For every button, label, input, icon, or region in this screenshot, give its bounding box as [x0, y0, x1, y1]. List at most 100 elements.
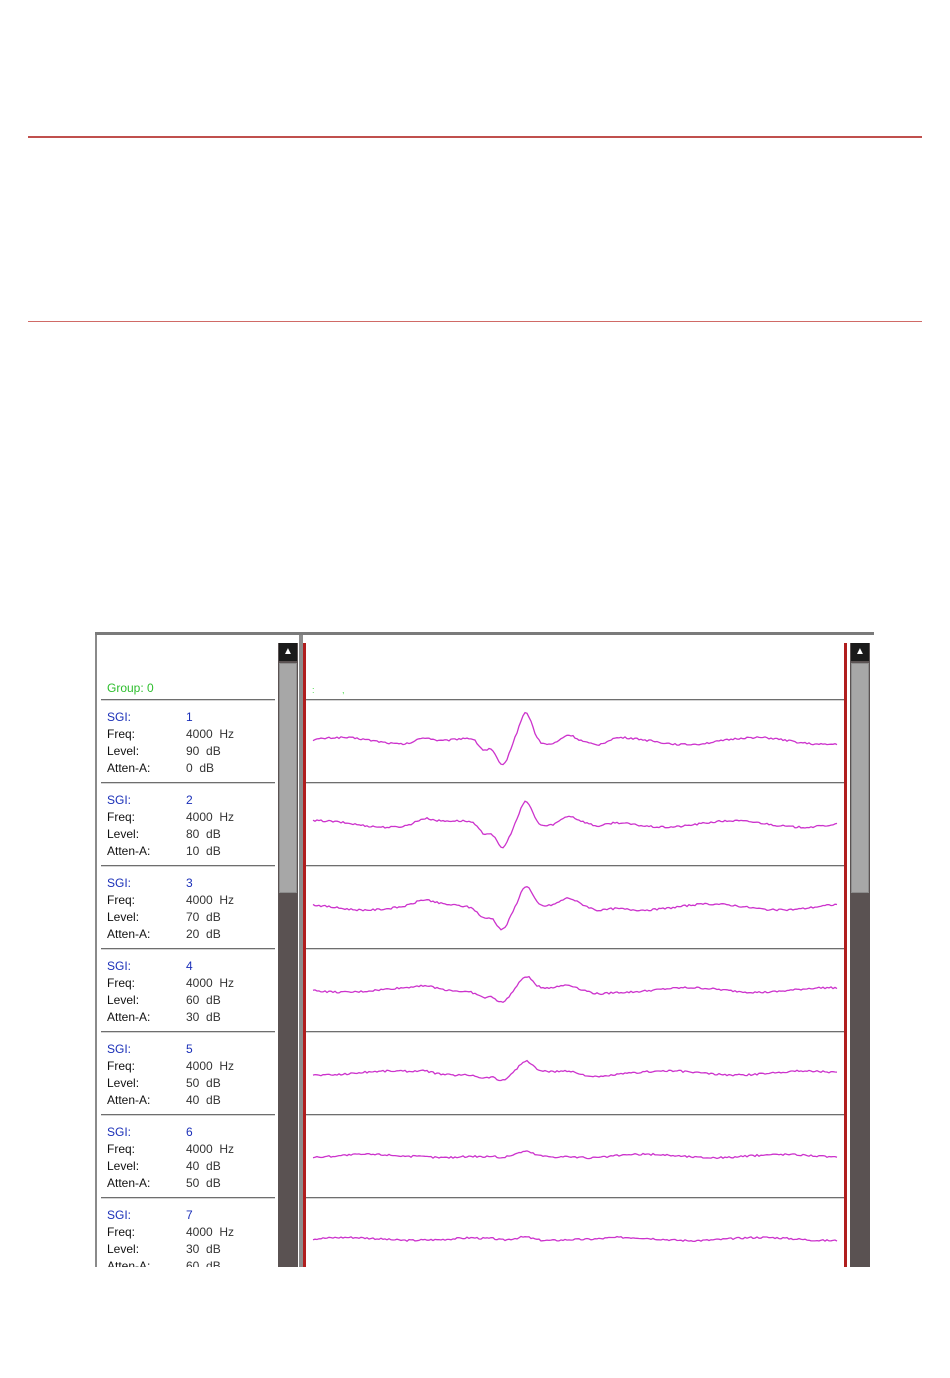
stimulus-row[interactable]: SGI: 2 Freq: 4000 Hz Level: 80 dB Atten-A: 10 d…: [101, 783, 275, 866]
stimulus-row[interactable]: SGI: 3 Freq: 4000 Hz Level: 70 dB Atten-A: 20 d…: [101, 866, 275, 949]
waveform-header: : ,: [306, 643, 844, 700]
waveform-panel: : , ▲: [303, 635, 874, 1267]
param-line: Freq: 4000 Hz: [107, 1141, 234, 1158]
param-value: 4000 Hz: [186, 1225, 235, 1239]
param-value: 1: [186, 710, 193, 724]
waveform-plot: [312, 886, 838, 931]
stimulus-info-list: Group: 0 SGI: 1 Freq: 4000 Hz Level: 90 dB Att…: [101, 635, 275, 1267]
waveform-row[interactable]: [306, 1198, 844, 1267]
stimulus-params: SGI: 3 Freq: 4000 Hz Level: 70 dB Atten-A: 20 d…: [107, 875, 234, 943]
param-line: Freq: 4000 Hz: [107, 726, 234, 743]
param-line: Freq: 4000 Hz: [107, 809, 234, 826]
right-scrollbar[interactable]: ▲: [850, 643, 870, 1267]
group-label: Group: 0: [107, 681, 154, 695]
param-line: Level: 90 dB: [107, 743, 234, 760]
param-label: SGI:: [107, 876, 132, 890]
param-label: Freq:: [107, 893, 136, 907]
param-line: Level: 40 dB: [107, 1158, 234, 1175]
stimulus-row[interactable]: SGI: 1 Freq: 4000 Hz Level: 90 dB Atten-A: 0 dB: [101, 700, 275, 783]
waveform-trace: [312, 1235, 838, 1243]
stimulus-params: SGI: 6 Freq: 4000 Hz Level: 40 dB Atten-A: 50 d…: [107, 1124, 234, 1192]
param-label: Level:: [107, 993, 140, 1007]
waveform-row[interactable]: [306, 1032, 844, 1115]
top-divider-rule: [28, 136, 922, 138]
scrollbar-thumb[interactable]: [851, 663, 869, 893]
param-line: SGI: 1: [107, 709, 234, 726]
waveform-trace: [312, 975, 838, 1004]
scroll-up-arrow-icon[interactable]: ▲: [851, 643, 869, 661]
stimulus-row[interactable]: SGI: 7 Freq: 4000 Hz Level: 30 dB Atten-A: 60 d…: [101, 1198, 275, 1267]
param-line: SGI: 4: [107, 958, 234, 975]
param-value: 6: [186, 1125, 193, 1139]
param-label: SGI:: [107, 710, 132, 724]
param-line: SGI: 5: [107, 1041, 234, 1058]
param-line: Atten-A: 40 dB: [107, 1092, 234, 1109]
param-value: 40 dB: [186, 1159, 221, 1173]
stimulus-row[interactable]: SGI: 5 Freq: 4000 Hz Level: 50 dB Atten-A: 40 d…: [101, 1032, 275, 1115]
param-label: Freq:: [107, 1059, 136, 1073]
waveform-trace: [312, 711, 838, 766]
param-value: 4000 Hz: [186, 727, 235, 741]
param-line: Atten-A: 50 dB: [107, 1175, 234, 1192]
param-value: 5: [186, 1042, 193, 1056]
param-label: Level:: [107, 1242, 140, 1256]
param-line: Level: 80 dB: [107, 826, 234, 843]
param-line: SGI: 7: [107, 1207, 234, 1224]
param-label: Atten-A:: [107, 844, 151, 858]
waveform-plot: [312, 800, 838, 849]
waveform-row[interactable]: [306, 700, 844, 783]
second-divider-rule: [28, 321, 922, 322]
param-label: Level:: [107, 910, 140, 924]
param-line: Atten-A: 60 dB: [107, 1258, 234, 1267]
param-label: Freq:: [107, 976, 136, 990]
waveform-plot: [312, 1150, 838, 1160]
param-label: Atten-A:: [107, 1010, 151, 1024]
stimulus-params: SGI: 2 Freq: 4000 Hz Level: 80 dB Atten-A: 10 d…: [107, 792, 234, 860]
param-label: SGI:: [107, 793, 132, 807]
param-value: 60 dB: [186, 1259, 221, 1267]
param-line: Freq: 4000 Hz: [107, 1058, 234, 1075]
param-line: Atten-A: 10 dB: [107, 843, 234, 860]
param-line: SGI: 2: [107, 792, 234, 809]
stimulus-row[interactable]: SGI: 6 Freq: 4000 Hz Level: 40 dB Atten-A: 50 d…: [101, 1115, 275, 1198]
scroll-up-arrow-icon[interactable]: ▲: [279, 643, 297, 661]
param-value: 60 dB: [186, 993, 221, 1007]
waveform-viewer: Group: 0 SGI: 1 Freq: 4000 Hz Level: 90 dB Att…: [95, 632, 874, 1267]
param-value: 40 dB: [186, 1093, 221, 1107]
param-label: Atten-A:: [107, 1259, 151, 1267]
param-value: 30 dB: [186, 1242, 221, 1256]
param-label: Atten-A:: [107, 1176, 151, 1190]
param-value: 70 dB: [186, 910, 221, 924]
waveform-trace: [312, 1150, 838, 1160]
waveform-plot: [312, 1059, 838, 1082]
param-line: Freq: 4000 Hz: [107, 892, 234, 909]
waveform-row[interactable]: [306, 1115, 844, 1198]
param-value: 4000 Hz: [186, 976, 235, 990]
stimulus-params: SGI: 5 Freq: 4000 Hz Level: 50 dB Atten-A: 40 d…: [107, 1041, 234, 1109]
param-label: SGI:: [107, 1042, 132, 1056]
param-line: Atten-A: 0 dB: [107, 760, 234, 777]
param-value: 50 dB: [186, 1076, 221, 1090]
param-value: 30 dB: [186, 1010, 221, 1024]
left-scrollbar[interactable]: ▲: [278, 643, 298, 1267]
header-marker: ,: [342, 685, 345, 695]
waveform-row[interactable]: [306, 783, 844, 866]
waveform-row[interactable]: [306, 949, 844, 1032]
group-header: Group: 0: [101, 635, 275, 700]
param-value: 4: [186, 959, 193, 973]
param-label: Atten-A:: [107, 761, 151, 775]
waveform-plot: [312, 1235, 838, 1243]
param-label: Freq:: [107, 727, 136, 741]
stimulus-row[interactable]: SGI: 4 Freq: 4000 Hz Level: 60 dB Atten-A: 30 d…: [101, 949, 275, 1032]
param-line: Atten-A: 30 dB: [107, 1009, 234, 1026]
param-line: Level: 30 dB: [107, 1241, 234, 1258]
waveform-row[interactable]: [306, 866, 844, 949]
param-label: Atten-A:: [107, 1093, 151, 1107]
param-line: Freq: 4000 Hz: [107, 1224, 234, 1241]
param-label: Level:: [107, 827, 140, 841]
scrollbar-thumb[interactable]: [279, 663, 297, 893]
waveform-area: : ,: [303, 643, 847, 1267]
param-value: 4000 Hz: [186, 893, 235, 907]
param-line: Level: 70 dB: [107, 909, 234, 926]
waveform-rows: [306, 700, 844, 1267]
